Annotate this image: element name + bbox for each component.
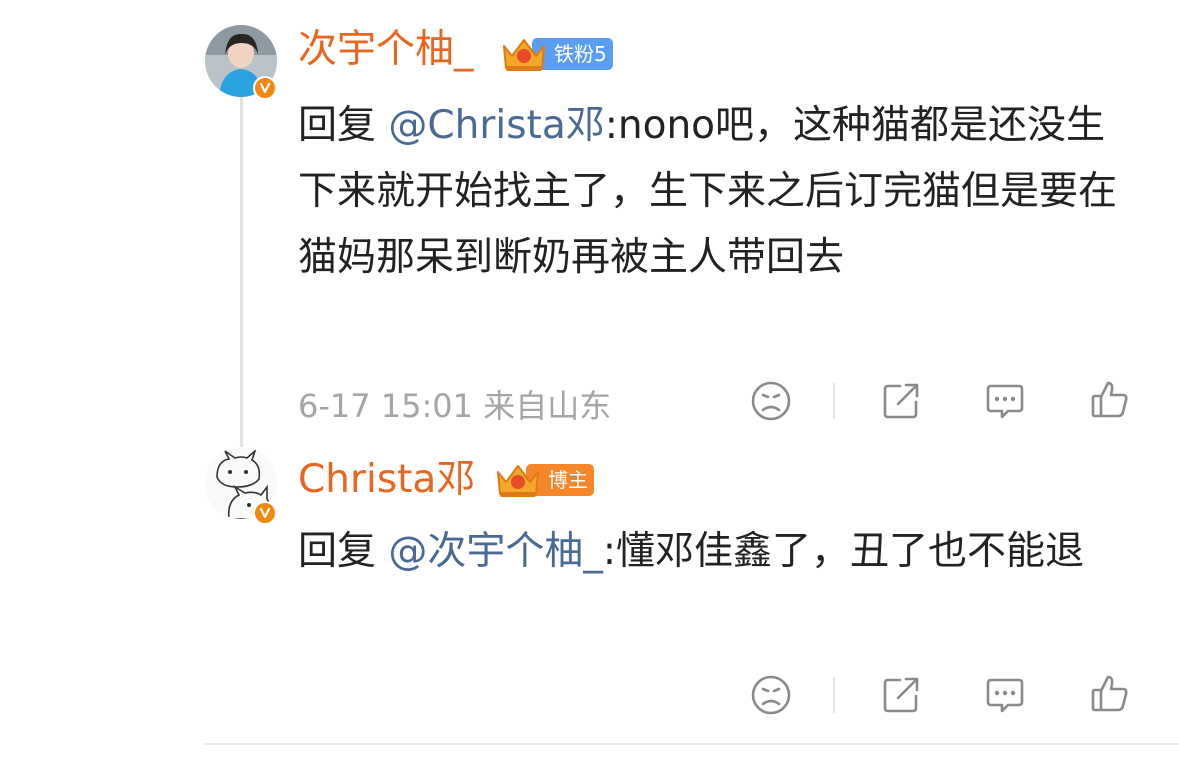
thread-line [240,96,243,456]
username[interactable]: 次宇个柚_ [298,26,474,74]
share-icon[interactable] [880,674,922,716]
divider [833,677,835,713]
blogger-badge: 博主 [492,458,594,502]
verified-icon [253,501,277,525]
fan-level-badge: 铁粉5 [498,32,613,76]
mention-link[interactable]: @次宇个柚_ [388,529,603,574]
comment-icon[interactable] [984,380,1026,422]
crown-icon [503,39,545,71]
sad-face-icon[interactable] [750,380,792,422]
comment-text: 回复 @次宇个柚_:懂邓佳鑫了，丑了也不能退 [298,529,1085,574]
sad-face-icon[interactable] [750,674,792,716]
thumbs-up-icon[interactable] [1089,378,1131,420]
comment-text: 回复 @Christa邓:nono吧，这种猫都是还没生下来就开始找主了，生下来之… [298,103,1118,280]
verified-icon [253,76,277,100]
timestamp-location: 6-17 15:01 来自山东 [298,387,612,425]
bottom-divider [204,743,1179,745]
thumbs-up-icon[interactable] [1089,672,1131,714]
mention-link[interactable]: @Christa邓 [388,103,604,148]
comment-icon[interactable] [984,674,1026,716]
username[interactable]: Christa邓 [298,456,475,504]
divider [833,383,835,419]
share-icon[interactable] [880,380,922,422]
crown-icon [497,465,539,497]
